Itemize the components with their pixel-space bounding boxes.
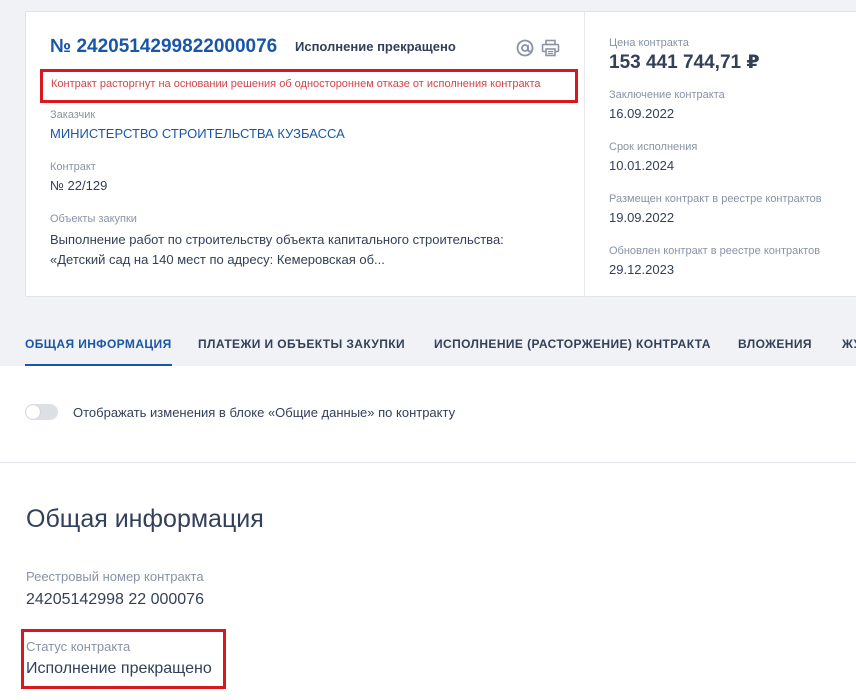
contract-status-badge: Исполнение прекращено (295, 39, 456, 54)
price-value: 153 441 744,71 ₽ (609, 52, 760, 73)
tab-attachments[interactable]: ВЛОЖЕНИЯ (738, 337, 812, 364)
conclusion-value: 16.09.2022 (609, 106, 675, 121)
contract-header-area: № 2420514299822000076 Исполнение прекращ… (0, 0, 856, 366)
tab-general-info[interactable]: ОБЩАЯ ИНФОРМАЦИЯ (25, 337, 172, 366)
printer-icon[interactable] (541, 39, 560, 57)
contract-summary: Цена контракта 153 441 744,71 ₽ Заключен… (584, 11, 856, 297)
toggle-knob (26, 405, 40, 419)
placed-label: Размещен контракт в реестре контрактов (609, 193, 822, 205)
updated-value: 29.12.2023 (609, 262, 675, 277)
at-icon[interactable] (516, 39, 534, 57)
contract-label: Контракт (50, 161, 96, 173)
section-title: Общая информация (26, 505, 264, 533)
deadline-value: 10.01.2024 (609, 158, 675, 173)
changes-toggle[interactable] (25, 404, 58, 420)
objects-value: Выполнение работ по строительству объект… (50, 232, 504, 267)
objects-label: Объекты закупки (50, 213, 137, 225)
termination-warning: Контракт расторгнут на основании решения… (51, 78, 541, 90)
tab-execution[interactable]: ИСПОЛНЕНИЕ (РАСТОРЖЕНИЕ) КОНТРАКТА (434, 337, 711, 364)
deadline-label: Срок исполнения (609, 141, 698, 153)
contract-tabs: ОБЩАЯ ИНФОРМАЦИЯ ПЛАТЕЖИ И ОБЪЕКТЫ ЗАКУП… (0, 322, 856, 366)
contract-status-highlight: Статус контракта Исполнение прекращено (21, 629, 226, 689)
termination-warning-highlight: Контракт расторгнут на основании решения… (40, 69, 578, 103)
section-divider (0, 462, 856, 463)
changes-toggle-label: Отображать изменения в блоке «Общие данн… (73, 405, 456, 420)
price-label: Цена контракта (609, 37, 689, 49)
conclusion-label: Заключение контракта (609, 89, 725, 101)
placed-value: 19.09.2022 (609, 210, 675, 225)
customer-label: Заказчик (50, 109, 96, 121)
registry-number-value: 24205142998 22 000076 (26, 591, 204, 608)
contract-status-label: Статус контракта (26, 639, 131, 654)
customer-link[interactable]: МИНИСТЕРСТВО СТРОИТЕЛЬСТВА КУЗБАССА (50, 126, 345, 141)
contract-status-value: Исполнение прекращено (26, 660, 212, 677)
contract-value: № 22/129 (50, 178, 108, 193)
contract-card: № 2420514299822000076 Исполнение прекращ… (25, 11, 585, 297)
contract-number[interactable]: № 2420514299822000076 (50, 36, 277, 58)
updated-label: Обновлен контракт в реестре контрактов (609, 245, 821, 257)
tab-payments[interactable]: ПЛАТЕЖИ И ОБЪЕКТЫ ЗАКУПКИ (198, 337, 405, 364)
tab-journal[interactable]: ЖУ (842, 337, 856, 364)
registry-number-label: Реестровый номер контракта (26, 569, 204, 584)
